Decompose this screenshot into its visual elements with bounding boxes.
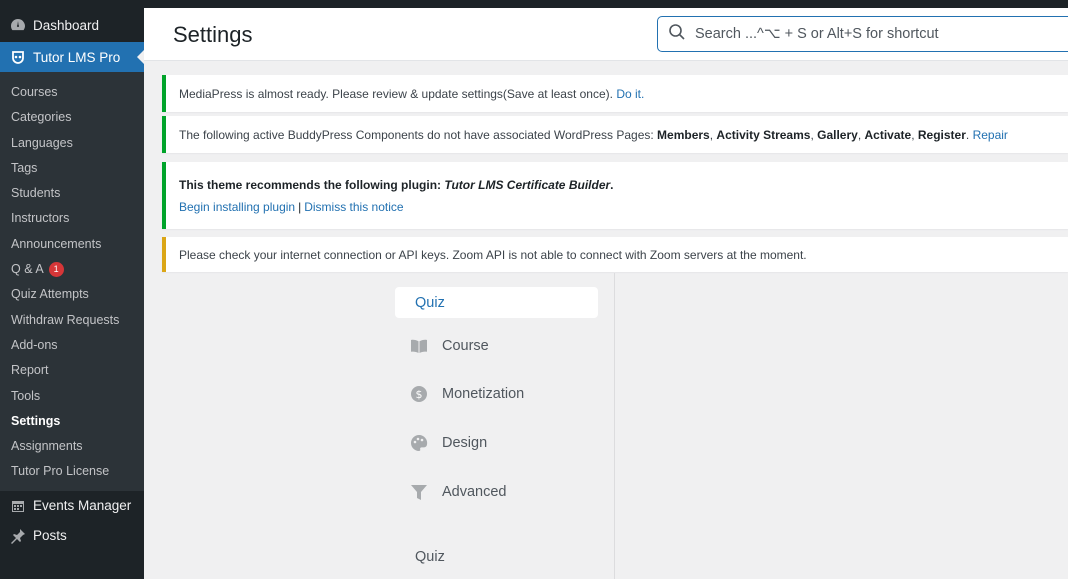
tab-advanced[interactable]: Advanced [395, 482, 598, 502]
mediapress-notice: MediaPress is almost ready. Please revie… [162, 75, 1068, 112]
component-gallery: Gallery [817, 127, 858, 142]
notice-message: The following active BuddyPress Componen… [179, 127, 658, 142]
notice-text: The following active BuddyPress Componen… [179, 127, 1008, 142]
submenu-label: Assignments [11, 439, 83, 454]
settings-header: Settings [144, 8, 1068, 61]
tab-label: Advanced [442, 484, 507, 500]
tab-label: Monetization [442, 386, 525, 402]
tutor-submenu: Courses Categories Languages Tags Studen… [0, 72, 144, 491]
do-it-link[interactable]: Do it. [616, 87, 644, 101]
settings-tab-nav: Quiz Course $ Monetization Design Advanc… [162, 273, 614, 579]
notice-message: Please check your internet connection or… [179, 247, 807, 262]
sidebar-item-label: Events Manager [33, 498, 132, 514]
submenu-label: Categories [11, 110, 72, 125]
submenu-tags[interactable]: Tags [0, 156, 144, 181]
submenu-announcements[interactable]: Announcements [0, 232, 144, 257]
sidebar-item-label: Dashboard [33, 17, 100, 33]
submenu-tools[interactable]: Tools [0, 384, 144, 409]
dismiss-notice-link[interactable]: Dismiss this notice [304, 200, 403, 214]
submenu-label: Quiz Attempts [11, 287, 89, 302]
tab-monetization[interactable]: $ Monetization [395, 384, 598, 404]
tab-label: Quiz [415, 294, 445, 311]
submenu-label: Announcements [11, 236, 102, 251]
sidebar-item-posts[interactable]: Posts [0, 521, 144, 551]
search-input[interactable] [695, 26, 1068, 42]
submenu-report[interactable]: Report [0, 358, 144, 383]
component-register: Register [917, 127, 966, 142]
search-icon [668, 23, 686, 46]
tab-quiz[interactable]: Quiz [395, 287, 598, 318]
submenu-add-ons[interactable]: Add-ons [0, 333, 144, 358]
svg-text:$: $ [416, 388, 423, 401]
recommended-plugin-name: Tutor LMS Certificate Builder [444, 177, 611, 192]
settings-search[interactable] [657, 16, 1068, 52]
component-activity-streams: Activity Streams [716, 127, 811, 142]
tab-design[interactable]: Design [395, 433, 598, 453]
sidebar-item-dashboard[interactable]: Dashboard [0, 8, 144, 42]
submenu-quiz-attempts[interactable]: Quiz Attempts [0, 282, 144, 307]
page-title: Settings [173, 22, 253, 47]
component-members: Members [657, 127, 710, 142]
sidebar-item-events-manager[interactable]: Events Manager [0, 491, 144, 521]
submenu-label: Add-ons [11, 337, 58, 352]
submenu-label: Settings [11, 413, 61, 428]
submenu-label: Withdraw Requests [11, 312, 120, 327]
repair-link[interactable]: Repair [973, 128, 1008, 142]
component-activate: Activate [864, 127, 912, 142]
notice-message: This theme recommends the following plug… [179, 177, 445, 192]
tutor-owl-icon [9, 48, 27, 66]
submenu-courses[interactable]: Courses [0, 80, 144, 105]
begin-installing-link[interactable]: Begin installing plugin [179, 200, 295, 214]
book-icon [409, 336, 429, 356]
submenu-withdraw-requests[interactable]: Withdraw Requests [0, 308, 144, 333]
dollar-coin-icon: $ [409, 384, 429, 404]
theme-plugin-notice: This theme recommends the following plug… [162, 162, 1068, 229]
tab-course[interactable]: Course [395, 336, 598, 356]
admin-sidebar: Dashboard Tutor LMS Pro Courses Categori… [0, 8, 144, 579]
submenu-categories[interactable]: Categories [0, 105, 144, 130]
notice-text: This theme recommends the following plug… [179, 177, 614, 192]
pushpin-icon [9, 527, 27, 545]
admin-bar [0, 0, 1068, 8]
submenu-label: Students [11, 186, 61, 201]
dashboard-icon [9, 16, 27, 34]
calendar-icon [9, 497, 27, 515]
notice-actions: Begin installing plugin | Dismiss this not… [179, 199, 404, 214]
submenu-label: Instructors [11, 211, 70, 226]
buddypress-notice: The following active BuddyPress Componen… [162, 116, 1068, 153]
notice-message: MediaPress is almost ready. Please revie… [179, 86, 617, 101]
notice-text: MediaPress is almost ready. Please revie… [179, 87, 1068, 101]
submenu-label: Tools [11, 388, 41, 403]
zoom-notice: Please check your internet connection or… [162, 237, 1068, 272]
submenu-qa[interactable]: Q & A 1 [0, 257, 144, 282]
submenu-languages[interactable]: Languages [0, 131, 144, 156]
qa-count-badge: 1 [48, 262, 64, 278]
submenu-instructors[interactable]: Instructors [0, 206, 144, 231]
palette-icon [409, 433, 429, 453]
submenu-label: Courses [11, 85, 58, 99]
submenu-label: Q & A [11, 262, 44, 277]
submenu-label: Report [11, 363, 49, 378]
sidebar-item-label: Tutor LMS Pro [33, 49, 121, 65]
filter-icon [409, 482, 429, 502]
submenu-students[interactable]: Students [0, 181, 144, 206]
section-heading: Quiz [415, 549, 445, 565]
submenu-assignments[interactable]: Assignments [0, 434, 144, 459]
sidebar-item-label: Posts [33, 528, 67, 544]
submenu-label: Languages [11, 135, 73, 150]
submenu-label: Tags [11, 160, 38, 175]
submenu-tutor-pro-license[interactable]: Tutor Pro License [0, 459, 144, 484]
tab-label: Course [442, 338, 489, 354]
submenu-settings[interactable]: Settings [0, 409, 144, 434]
tab-label: Design [442, 435, 488, 451]
sidebar-item-tutor-lms-pro[interactable]: Tutor LMS Pro [0, 42, 144, 72]
content-divider [614, 273, 615, 579]
submenu-label: Tutor Pro License [11, 464, 110, 479]
